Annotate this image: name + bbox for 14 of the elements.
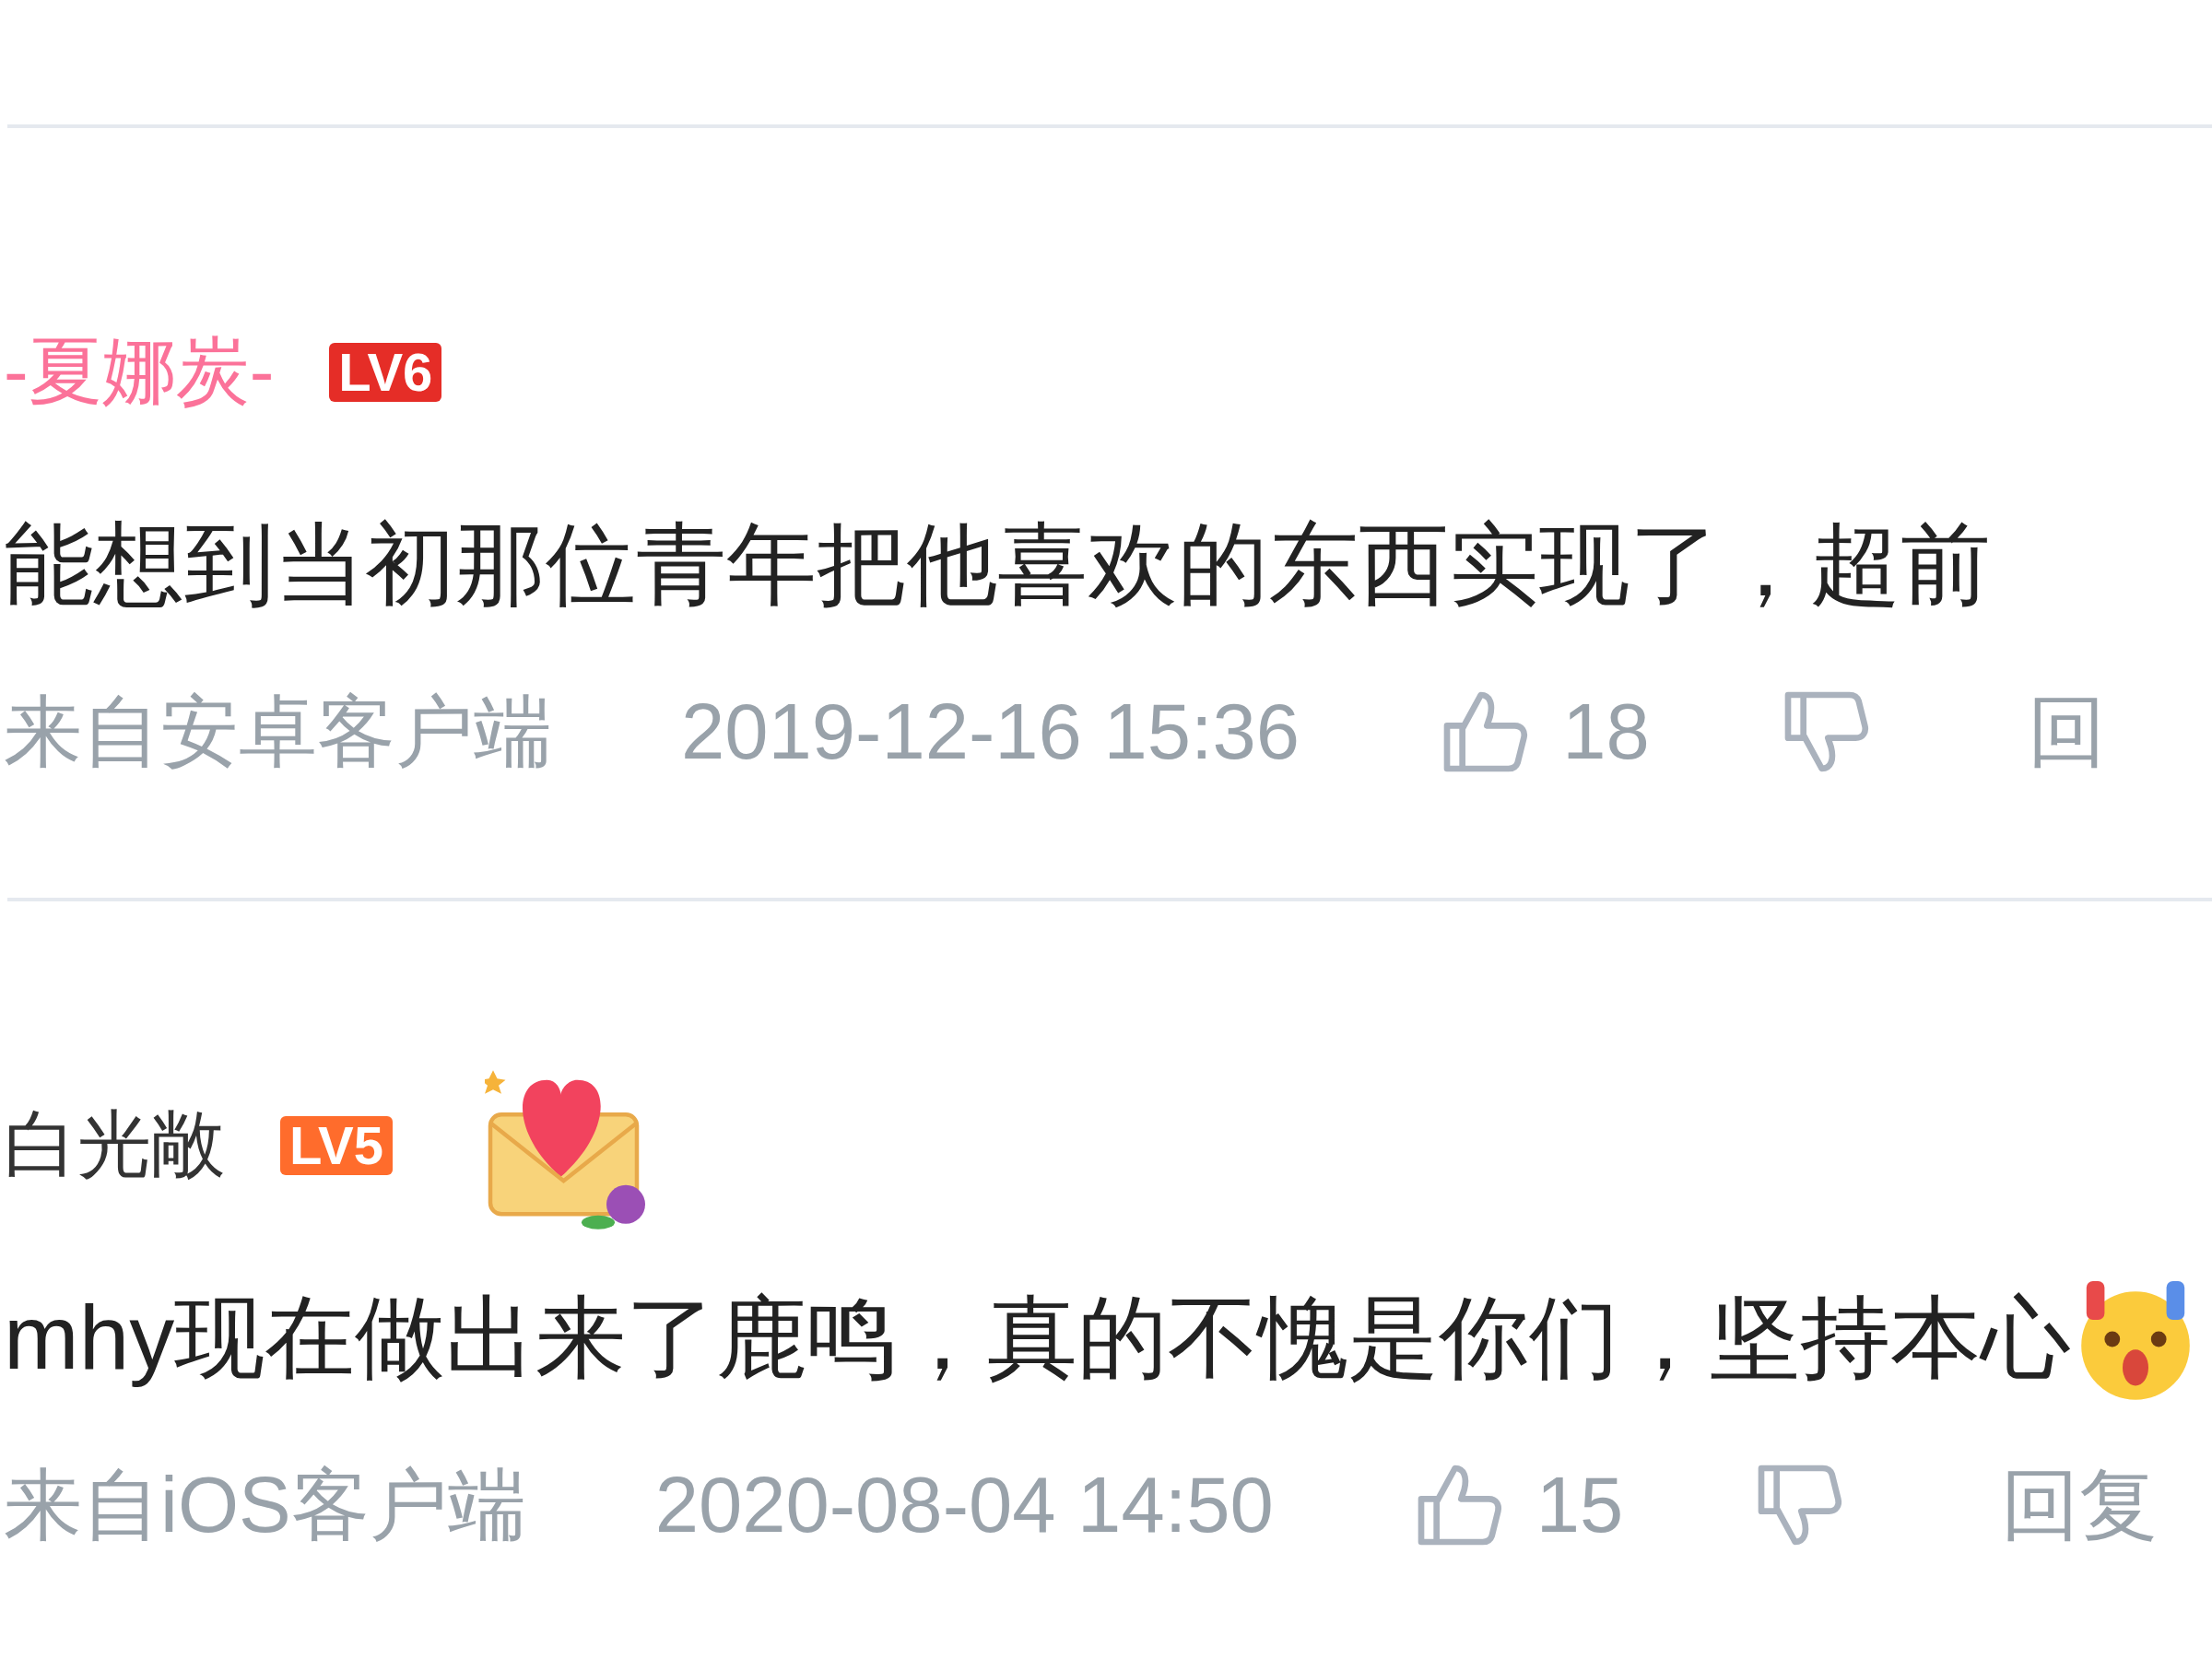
reply-link[interactable]: 回复 xyxy=(2001,1452,2159,1559)
reply-link[interactable]: 回 xyxy=(2027,678,2106,785)
comment-time: 2019-12-16 15:36 xyxy=(681,687,1300,777)
comment-text: 能想到当初那位青年把他喜欢的东西实现了，超前 xyxy=(4,512,1991,617)
user-name[interactable]: 白光敞 xyxy=(4,1096,225,1195)
client-source: 来自安卓客户端 xyxy=(4,686,552,777)
comment-text: mhy现在做出来了鹿鸣，真的不愧是你们，坚持本心 xyxy=(4,1286,2072,1390)
comment-time: 2020-08-04 14:50 xyxy=(654,1460,1274,1550)
user-name[interactable]: -夏娜炭- xyxy=(4,323,275,422)
level-badge: LV5 xyxy=(280,1116,394,1175)
client-source: 来自iOS客户端 xyxy=(4,1459,526,1550)
level-badge: LV6 xyxy=(329,343,442,402)
like-count: 15 xyxy=(1535,1460,1624,1550)
like-count: 18 xyxy=(1562,687,1650,777)
